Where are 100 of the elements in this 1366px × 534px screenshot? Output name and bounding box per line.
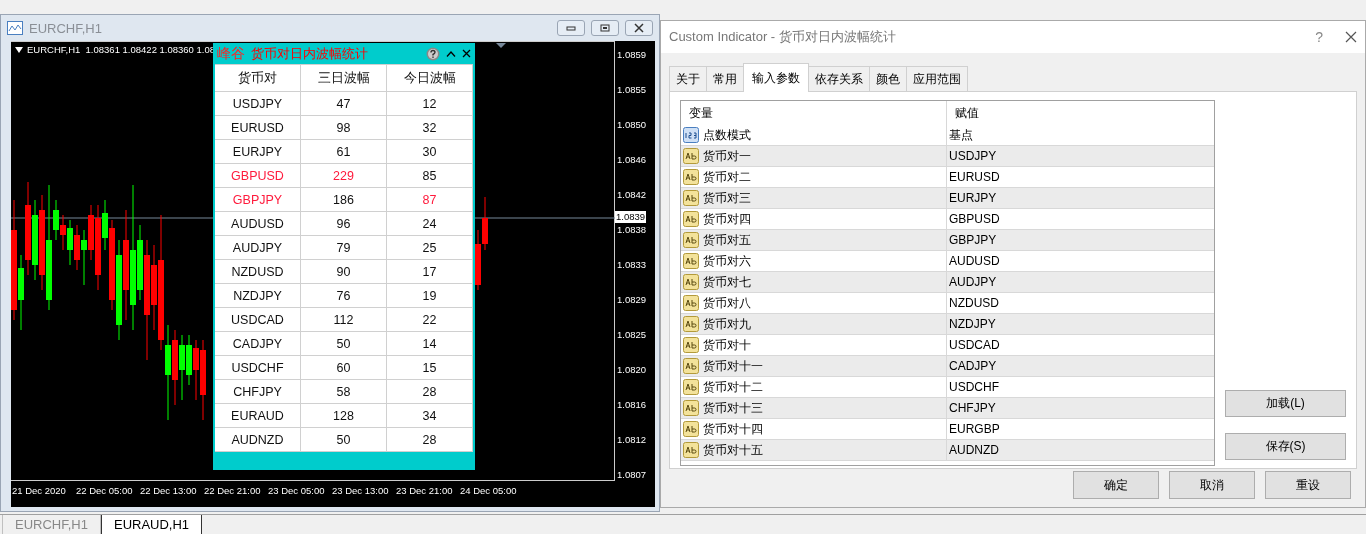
close-button[interactable]	[625, 20, 653, 36]
panel-title: 货币对日内波幅统计	[251, 44, 369, 63]
table-cell: 15	[387, 356, 473, 380]
parameter-value[interactable]: AUDNZD	[949, 443, 999, 457]
text-type-icon	[683, 148, 699, 164]
parameter-name: 货币对四	[703, 210, 751, 228]
dialog-button[interactable]: 取消	[1169, 471, 1255, 499]
price-label: 1.0816	[617, 399, 648, 411]
side-button[interactable]: 加载(L)	[1225, 390, 1346, 417]
parameter-name: 货币对十五	[703, 441, 763, 459]
collapse-icon[interactable]	[446, 50, 456, 57]
parameter-value[interactable]: GBPUSD	[949, 212, 1000, 226]
close-icon[interactable]	[462, 49, 471, 58]
parameter-name: 货币对九	[703, 315, 751, 333]
table-cell: 17	[387, 260, 473, 284]
time-label: 21 Dec 2020	[12, 484, 67, 496]
restore-button[interactable]	[591, 20, 619, 36]
parameter-value[interactable]: EURJPY	[949, 191, 997, 205]
tab[interactable]: 关于	[669, 66, 707, 91]
parameter-value[interactable]: CHFJPY	[949, 401, 996, 415]
parameter-name: 点数模式	[703, 126, 751, 144]
table-cell: 28	[387, 428, 473, 452]
table-cell: EURAUD	[215, 404, 301, 428]
dropdown-icon[interactable]	[15, 46, 23, 53]
number-type-icon	[683, 127, 699, 143]
dialog-title: Custom Indicator - 货币对日内波幅统计	[669, 28, 897, 46]
window-title: EURCHF,H1	[29, 20, 103, 36]
triangle-icon	[496, 43, 506, 48]
help-icon[interactable]	[426, 46, 440, 61]
column-header: 货币对	[215, 64, 301, 92]
text-type-icon	[683, 337, 699, 353]
close-icon[interactable]	[1345, 31, 1357, 43]
parameter-name: 货币对五	[703, 231, 751, 249]
table-cell: 79	[301, 236, 387, 260]
parameter-value[interactable]: EURUSD	[949, 170, 1000, 184]
parameter-value[interactable]: NZDUSD	[949, 296, 999, 310]
chart-icon	[7, 21, 23, 35]
price-label: 1.0812	[617, 434, 648, 446]
text-type-icon	[683, 421, 699, 437]
tab[interactable]: 输入参数	[743, 63, 809, 92]
table-cell: NZDJPY	[215, 284, 301, 308]
parameter-name: 货币对一	[703, 147, 751, 165]
parameter-value[interactable]: AUDUSD	[949, 254, 1000, 268]
table-cell: 229	[301, 164, 387, 188]
minimize-button[interactable]	[557, 20, 585, 36]
text-type-icon	[683, 169, 699, 185]
parameter-value[interactable]: 基点	[949, 126, 973, 144]
table-cell: 96	[301, 212, 387, 236]
text-type-icon	[683, 400, 699, 416]
parameter-name: 货币对二	[703, 168, 751, 186]
parameter-value[interactable]: EURGBP	[949, 422, 1000, 436]
table-cell: USDCAD	[215, 308, 301, 332]
table-cell: 12	[387, 92, 473, 116]
table-cell: USDJPY	[215, 92, 301, 116]
table-cell: 186	[301, 188, 387, 212]
table-cell: AUDUSD	[215, 212, 301, 236]
parameter-value[interactable]: CADJPY	[949, 359, 997, 373]
parameter-value[interactable]: NZDJPY	[949, 317, 996, 331]
table-cell: 50	[301, 332, 387, 356]
parameter-name: 货币对八	[703, 294, 751, 312]
time-label: 23 Dec 05:00	[268, 484, 326, 496]
column-header: 变量	[681, 101, 947, 125]
table-cell: 32	[387, 116, 473, 140]
table-cell: 61	[301, 140, 387, 164]
time-label: 22 Dec 13:00	[140, 484, 198, 496]
help-button[interactable]: ?	[1315, 29, 1323, 45]
price-label: 1.0855	[617, 84, 648, 96]
table-cell: 60	[301, 356, 387, 380]
parameter-value[interactable]: AUDJPY	[949, 275, 997, 289]
text-type-icon	[683, 358, 699, 374]
time-label: 23 Dec 21:00	[396, 484, 454, 496]
parameter-value[interactable]: USDCAD	[949, 338, 1000, 352]
parameter-value[interactable]: GBPJPY	[949, 233, 997, 247]
dialog-button[interactable]: 确定	[1073, 471, 1159, 499]
table-cell: USDCHF	[215, 356, 301, 380]
table-cell: 47	[301, 92, 387, 116]
parameter-name: 货币对十四	[703, 420, 763, 438]
table-cell: 128	[301, 404, 387, 428]
current-price-label: 1.0839	[615, 211, 647, 223]
parameter-name: 货币对十三	[703, 399, 763, 417]
close-icon	[634, 23, 644, 33]
price-label: 1.0859	[617, 49, 648, 61]
time-label: 23 Dec 13:00	[332, 484, 390, 496]
table-cell: GBPUSD	[215, 164, 301, 188]
parameter-value[interactable]: USDJPY	[949, 149, 997, 163]
table-cell: 112	[301, 308, 387, 332]
table-cell: AUDJPY	[215, 236, 301, 260]
price-label: 1.0807	[617, 469, 648, 481]
table-cell: 34	[387, 404, 473, 428]
parameter-name: 货币对三	[703, 189, 751, 207]
table-cell: 58	[301, 380, 387, 404]
chart-tab[interactable]: EURAUD,H1	[100, 515, 203, 534]
text-type-icon	[683, 274, 699, 290]
restore-icon	[600, 24, 610, 32]
tab[interactable]: 应用范围	[906, 66, 968, 91]
dialog-button[interactable]: 重设	[1265, 471, 1351, 499]
parameter-name: 货币对十二	[703, 378, 763, 396]
side-button[interactable]: 保存(S)	[1225, 433, 1346, 460]
parameter-value[interactable]: USDCHF	[949, 380, 999, 394]
table-cell: 87	[387, 188, 473, 212]
